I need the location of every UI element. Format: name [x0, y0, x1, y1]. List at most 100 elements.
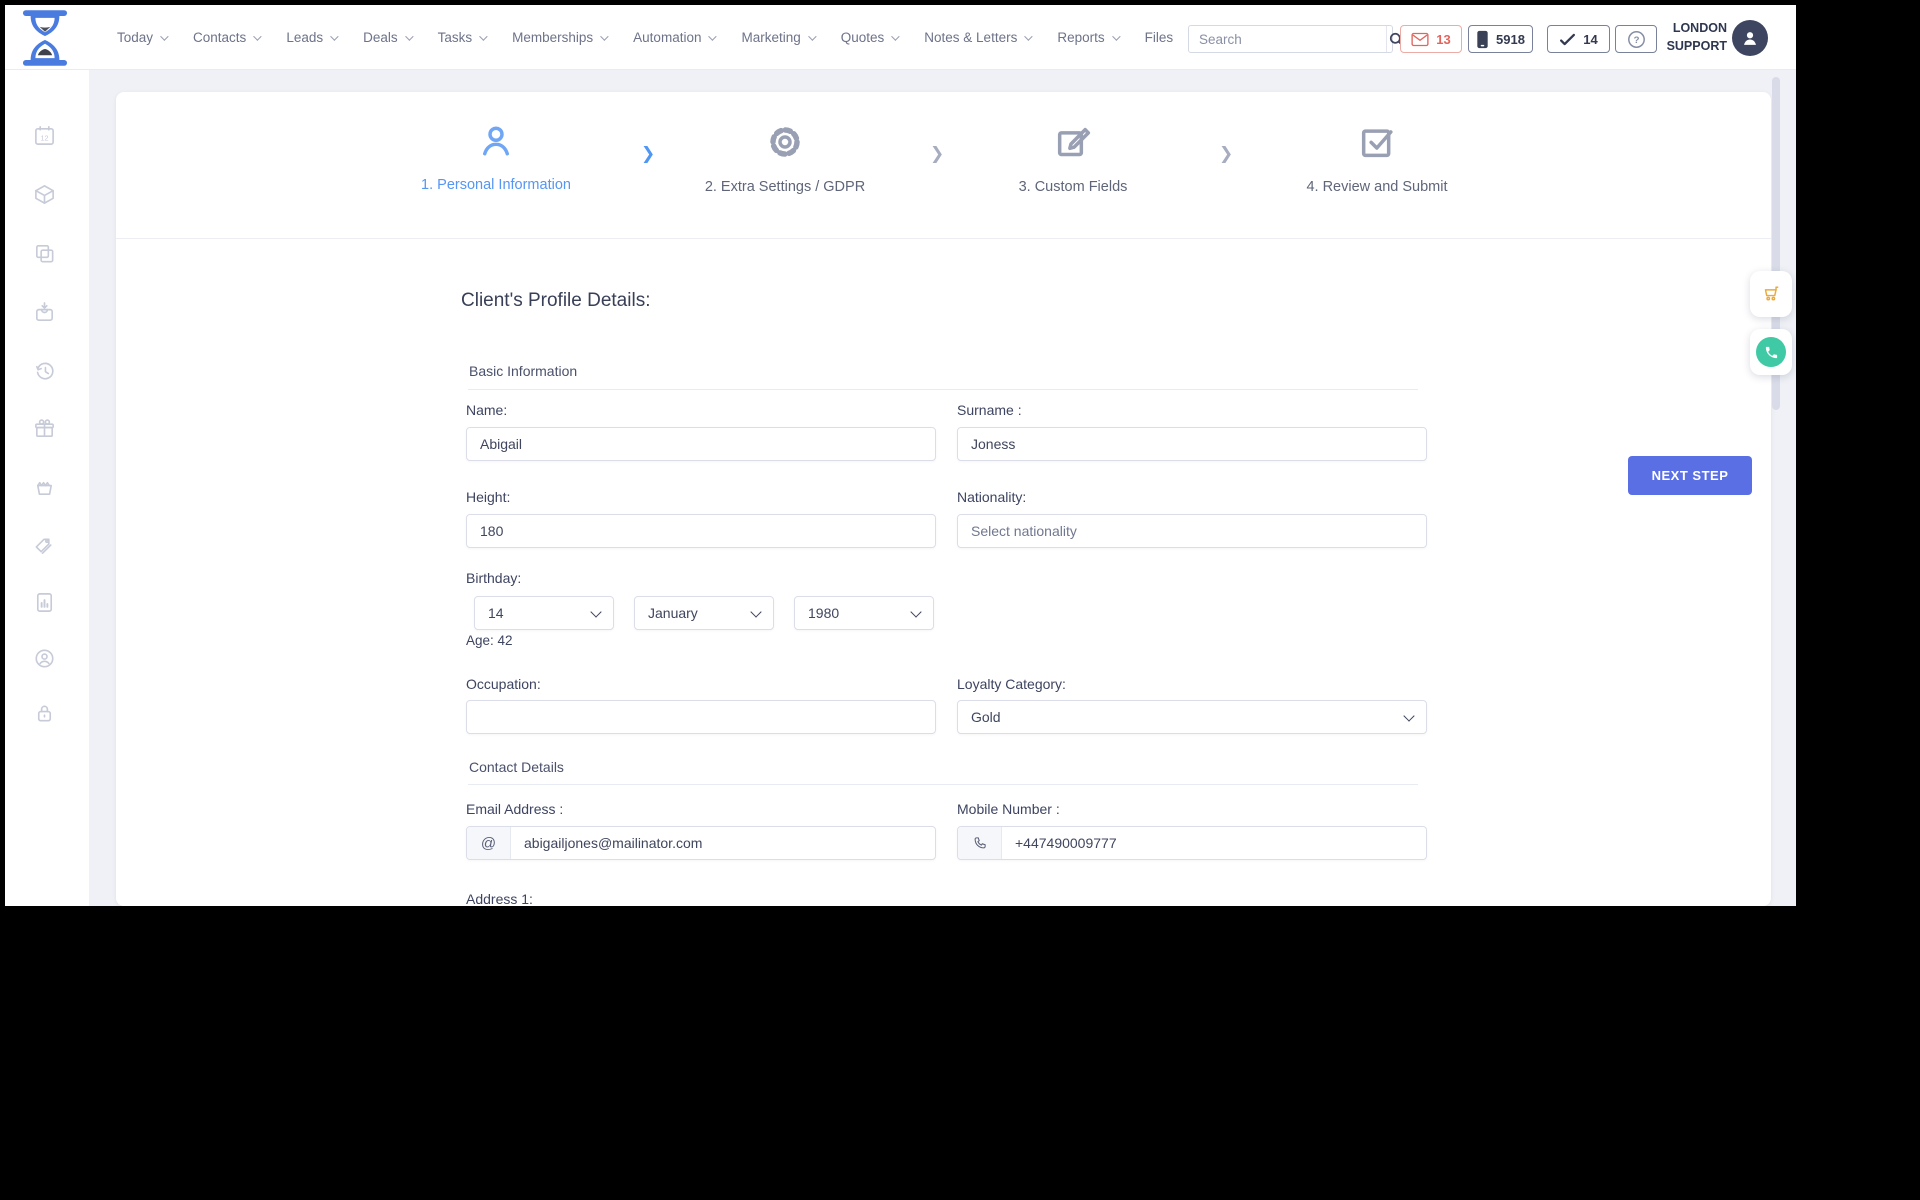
nav-item-today[interactable]: Today — [117, 30, 169, 45]
app-logo-icon[interactable] — [22, 10, 68, 66]
chevron-down-icon — [479, 31, 488, 41]
wizard-step-label: 3. Custom Fields — [1018, 179, 1128, 195]
wizard-step-2-extra-settings-gdpr[interactable]: 2. Extra Settings / GDPR — [675, 122, 895, 195]
birthday-day-select[interactable]: 14 — [474, 596, 614, 630]
height-field[interactable] — [466, 514, 936, 548]
mail-count: 13 — [1436, 31, 1451, 47]
user-avatar[interactable] — [1732, 20, 1768, 56]
wizard-step-3-custom-fields[interactable]: 3. Custom Fields — [963, 122, 1183, 195]
sidebar-item-gifts[interactable] — [22, 406, 66, 450]
loyalty-category-select[interactable]: Gold — [957, 700, 1427, 734]
history-icon — [35, 362, 54, 380]
price-tags-icon — [35, 537, 52, 554]
wizard-step-4-review-and-submit[interactable]: 4. Review and Submit — [1267, 122, 1487, 195]
section-basic-information: Basic Information — [469, 363, 578, 379]
wizard-divider — [116, 238, 1771, 239]
main-nav: Today Contacts Leads Deals Tasks Memberships A… — [117, 5, 1173, 70]
sidebar-item-duplicates[interactable] — [22, 231, 66, 275]
address1-label: Address 1: — [466, 891, 533, 906]
phone-icon — [958, 827, 1002, 859]
mobile-group — [957, 826, 1427, 860]
smartphone-icon — [1477, 30, 1488, 48]
occupation-field[interactable] — [466, 700, 936, 734]
sidebar-item-reports[interactable] — [22, 580, 66, 624]
sidebar-item-calendar[interactable]: 12 — [22, 113, 66, 157]
search-group — [1188, 25, 1404, 53]
chevron-right-icon: ❯ — [1219, 144, 1234, 163]
sidebar-item-collect-box[interactable] — [22, 290, 66, 334]
chevron-down-icon — [891, 31, 900, 41]
nav-item-reports[interactable]: Reports — [1057, 30, 1121, 45]
wizard-step-label: 2. Extra Settings / GDPR — [704, 179, 866, 195]
birthday-label: Birthday: — [466, 570, 522, 586]
nav-item-files[interactable]: Files — [1145, 30, 1174, 45]
nav-item-memberships[interactable]: Memberships — [512, 30, 609, 45]
mobile-field[interactable] — [1002, 827, 1426, 859]
email-label: Email Address : — [466, 801, 564, 817]
nav-item-contacts[interactable]: Contacts — [193, 30, 262, 45]
app-window: Today Contacts Leads Deals Tasks Memberships A… — [5, 5, 1796, 906]
wizard-step-1-personal-information[interactable]: 1. Personal Information — [386, 122, 606, 193]
nationality-field[interactable] — [957, 514, 1427, 548]
phone-badge[interactable]: 5918 — [1468, 25, 1533, 53]
cart-float-button[interactable] — [1750, 271, 1792, 317]
chevron-down-icon — [807, 31, 817, 41]
section-contact-details: Contact Details — [469, 759, 564, 775]
sidebar-item-security-lock[interactable] — [22, 691, 66, 735]
checkmark-icon — [1560, 33, 1576, 45]
chevron-down-icon — [1024, 31, 1033, 41]
nav-item-automation[interactable]: Automation — [633, 30, 718, 45]
gear-icon — [770, 127, 800, 157]
page-title: Client's Profile Details: — [461, 290, 651, 311]
email-group: @ — [466, 826, 936, 860]
search-input[interactable] — [1189, 31, 1386, 47]
chevron-down-icon — [253, 31, 262, 41]
divider — [468, 784, 1418, 785]
surname-label: Surname : — [957, 402, 1022, 418]
collect-box-icon — [35, 301, 53, 321]
nationality-label: Nationality: — [957, 489, 1027, 505]
sidebar-item-price-tags[interactable] — [22, 523, 66, 567]
sidebar-item-basket[interactable] — [22, 465, 66, 509]
sidebar-item-account-manager[interactable] — [22, 636, 66, 680]
loyalty-category-label: Loyalty Category: — [957, 676, 1066, 692]
chevron-right-icon: ❯ — [930, 144, 945, 163]
nav-item-marketing[interactable]: Marketing — [741, 30, 817, 45]
security-lock-icon — [37, 705, 51, 722]
calendar-icon: 12 — [34, 125, 54, 145]
birthday-year-select[interactable]: 1980 — [794, 596, 934, 630]
main-area: 1. Personal Information ❯ 2. Extra Setting… — [89, 70, 1796, 906]
surname-field[interactable] — [957, 427, 1427, 461]
whatsapp-float-button[interactable] — [1750, 329, 1792, 375]
nav-item-leads[interactable]: Leads — [286, 30, 339, 45]
chevron-down-icon — [330, 31, 339, 41]
envelope-icon — [1411, 32, 1429, 46]
next-step-button[interactable]: NEXT STEP — [1628, 456, 1752, 495]
phone-number: 5918 — [1496, 31, 1525, 47]
gifts-icon — [34, 418, 54, 437]
wizard-step-label: 4. Review and Submit — [1306, 179, 1448, 195]
tasks-badge[interactable]: 14 — [1547, 25, 1610, 53]
svg-text:?: ? — [1633, 35, 1639, 46]
name-label: Name: — [466, 402, 508, 418]
nav-item-quotes[interactable]: Quotes — [841, 30, 900, 45]
email-field[interactable] — [511, 827, 935, 859]
chevron-down-icon — [708, 31, 718, 41]
occupation-label: Occupation: — [466, 676, 541, 692]
user-icon — [1744, 32, 1756, 45]
mail-badge[interactable]: 13 — [1400, 25, 1462, 53]
nav-item-notes-letters[interactable]: Notes & Letters — [924, 30, 1033, 45]
nav-item-deals[interactable]: Deals — [363, 30, 414, 45]
nav-item-tasks[interactable]: Tasks — [438, 30, 488, 45]
products-icon — [34, 184, 54, 204]
check-icon — [1361, 129, 1393, 158]
help-badge[interactable]: ? — [1615, 25, 1657, 53]
basket-icon — [36, 481, 52, 495]
user-icon — [483, 126, 509, 156]
birthday-month-select[interactable]: January — [634, 596, 774, 630]
sidebar-item-products[interactable] — [22, 172, 66, 216]
chevron-right-icon: ❯ — [641, 144, 656, 163]
name-field[interactable] — [466, 427, 936, 461]
sidebar-item-history[interactable] — [22, 348, 66, 392]
chevron-down-icon — [404, 31, 414, 41]
